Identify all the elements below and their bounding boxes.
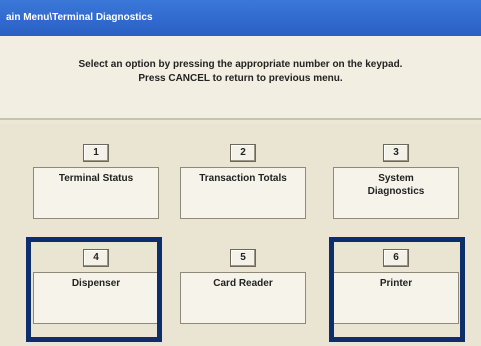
option-terminal-status[interactable]: 1 Terminal Status [33, 144, 159, 219]
option-system-diagnostics[interactable]: 3 System Diagnostics [333, 144, 459, 219]
option-3-number-button[interactable]: 3 [383, 144, 409, 162]
option-2-number-button[interactable]: 2 [230, 144, 256, 162]
window-title-bar: ain Menu\Terminal Diagnostics [0, 0, 481, 36]
option-3-label[interactable]: System Diagnostics [333, 167, 459, 219]
option-1-number-button[interactable]: 1 [83, 144, 109, 162]
option-transaction-totals[interactable]: 2 Transaction Totals [180, 144, 306, 219]
option-2-label[interactable]: Transaction Totals [180, 167, 306, 219]
highlight-box-printer [329, 237, 465, 342]
option-1-label[interactable]: Terminal Status [33, 167, 159, 219]
window-title: ain Menu\Terminal Diagnostics [6, 12, 153, 23]
highlight-box-dispenser [26, 237, 162, 342]
options-grid: 1 Terminal Status 2 Transaction Totals 3… [0, 124, 481, 346]
instruction-line-1: Select an option by pressing the appropr… [78, 59, 403, 70]
option-5-label[interactable]: Card Reader [180, 272, 306, 324]
option-card-reader[interactable]: 5 Card Reader [180, 249, 306, 324]
instructions-panel: Select an option by pressing the appropr… [0, 36, 481, 120]
instruction-line-2: Press CANCEL to return to previous menu. [138, 73, 343, 84]
option-5-number-button[interactable]: 5 [230, 249, 256, 267]
